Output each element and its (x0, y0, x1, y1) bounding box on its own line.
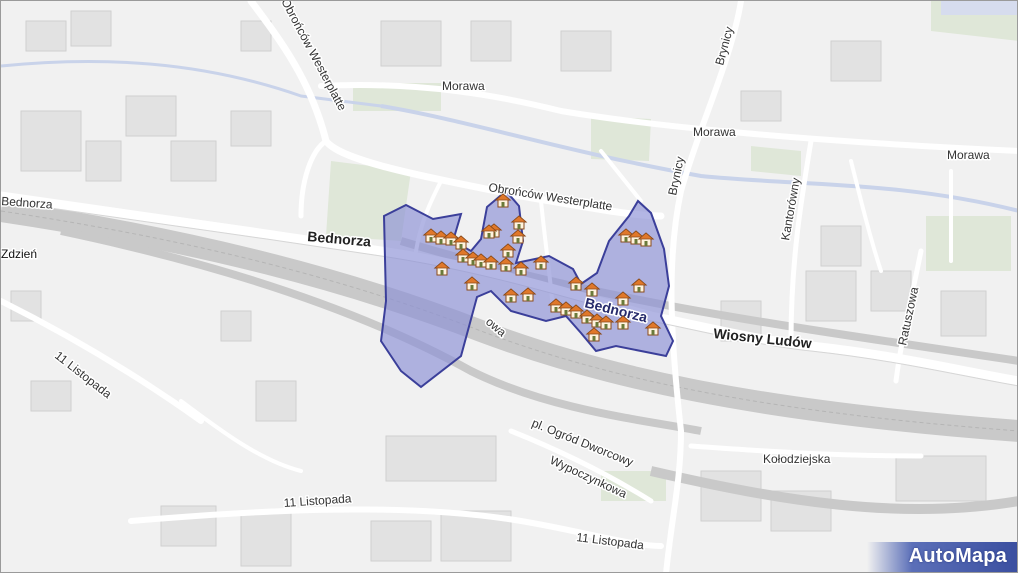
street-label-morawa-2: Morawa (693, 125, 736, 139)
map-svg: Obrońców Westerplatte Obrońców Westerpla… (1, 1, 1017, 572)
street-label-kolodziejska: Kołodziejska (763, 452, 831, 466)
street-label-morawa-3: Morawa (947, 148, 990, 162)
automapa-logo: AutoMapa (867, 542, 1017, 572)
place-label-zdzien: Zdzień (1, 247, 37, 261)
street-label-morawa-1: Morawa (442, 79, 485, 93)
automapa-logo-text: AutoMapa (908, 545, 1007, 567)
map-canvas[interactable]: Obrońców Westerplatte Obrońców Westerpla… (0, 0, 1018, 573)
